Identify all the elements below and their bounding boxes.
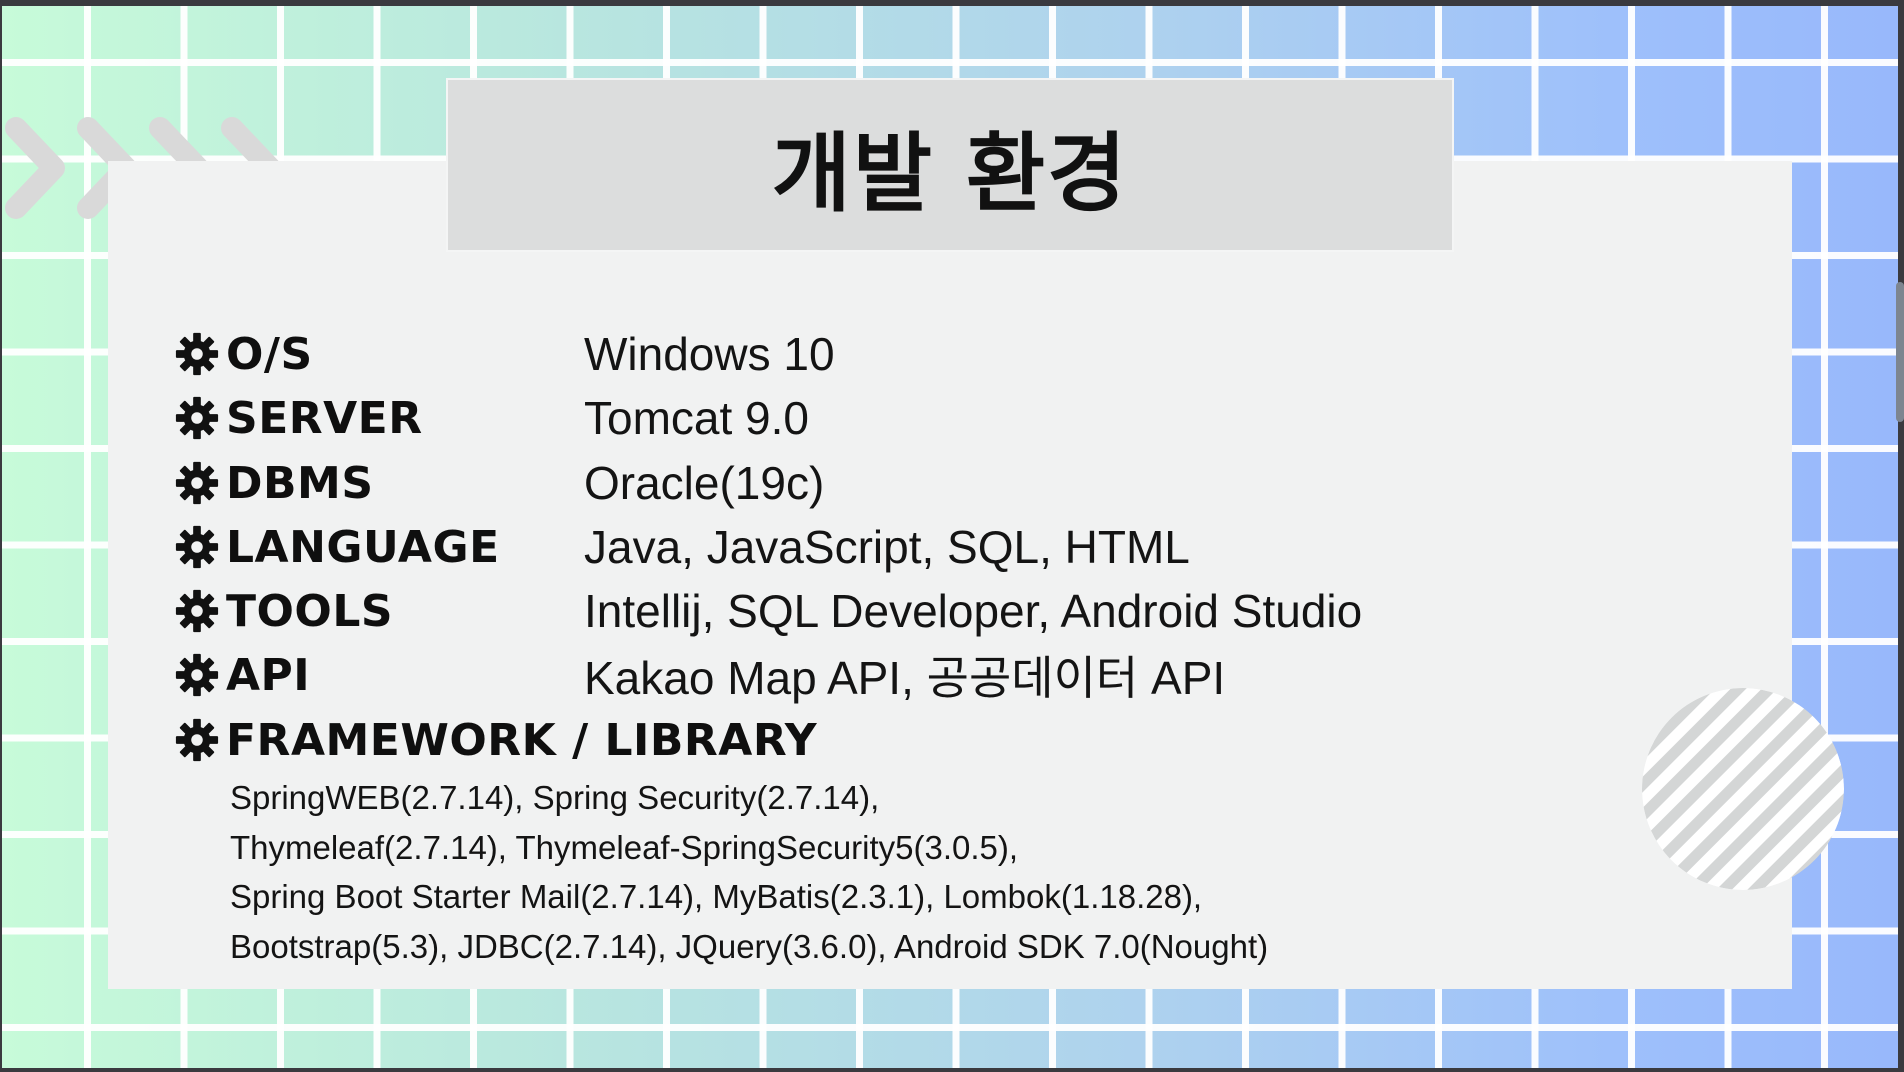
slide: 개발 환경 O/S Windows 10 SERVER Tomcat 9.0 D… [2,6,1898,1068]
row-value-language: Java, JavaScript, SQL, HTML [584,521,1190,573]
framework-line: Bootstrap(5.3), JDBC(2.7.14), JQuery(3.6… [230,927,1269,965]
gear-icon [175,396,219,440]
row-label-framework: FRAMEWORK / LIBRARY [226,714,818,766]
vertical-scrollbar[interactable] [1896,282,1904,422]
framework-line: Thymeleaf(2.7.14), Thymeleaf-SpringSecur… [230,828,1019,866]
framework-line: Spring Boot Starter Mail(2.7.14), MyBati… [230,878,1203,915]
gear-icon [175,718,219,762]
row-label-tools: TOOLS [226,585,394,637]
row-label-server: SERVER [226,392,423,444]
row-server: SERVER [174,390,423,446]
gear-icon [175,332,219,376]
slide-title: 개발 환경 [771,123,1129,224]
row-label-dbms: DBMS [226,457,374,509]
row-value-server: Tomcat 9.0 [584,392,809,444]
striped-circle-decoration [1642,688,1844,890]
row-api: API [174,647,310,703]
framework-list: SpringWEB(2.7.14), Spring Security(2.7.1… [230,773,1268,971]
row-framework: FRAMEWORK / LIBRARY [174,712,817,768]
row-label-os: O/S [226,328,313,380]
row-tools: TOOLS [174,583,393,639]
row-label-language: LANGUAGE [226,521,500,573]
framework-line: SpringWEB(2.7.14), Spring Security(2.7.1… [230,779,880,816]
row-value-dbms: Oracle(19c) [584,457,825,509]
title-box: 개발 환경 [446,78,1454,252]
row-dbms: DBMS [174,455,374,511]
gear-icon [175,461,219,505]
row-value-tools: Intellij, SQL Developer, Android Studio [584,585,1363,637]
row-value-os: Windows 10 [584,328,835,380]
row-os: O/S [174,326,313,382]
gear-icon [175,525,219,569]
row-language: LANGUAGE [174,519,500,575]
presentation-viewer: 개발 환경 O/S Windows 10 SERVER Tomcat 9.0 D… [0,0,1904,1072]
row-value-api: Kakao Map API, 공공데이터 API [584,652,1226,704]
gear-icon [175,589,219,633]
row-label-api: API [226,649,311,701]
gear-icon [175,653,219,697]
